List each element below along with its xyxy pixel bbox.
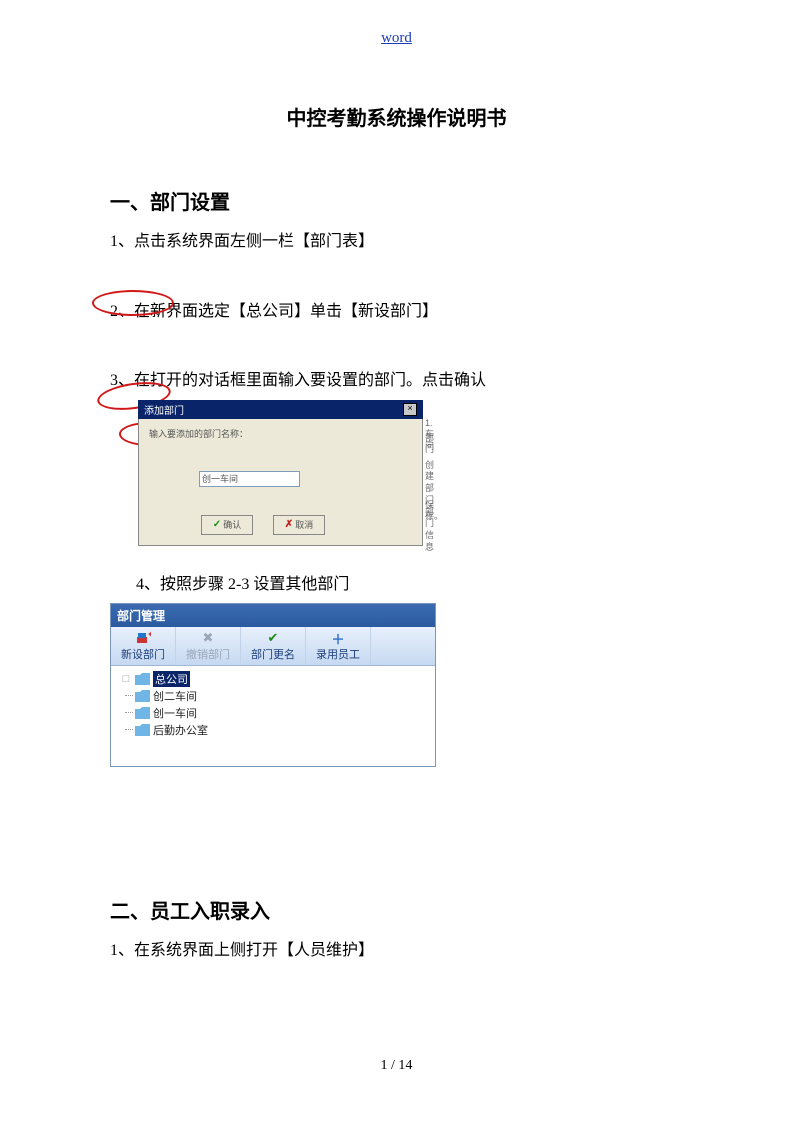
section1-heading: 一、部门设置 xyxy=(110,186,683,215)
tree-item-3-label: 后勤办公室 xyxy=(153,722,208,738)
tool-del-dept[interactable]: ✖ 撤销部门 xyxy=(176,627,241,665)
hire-icon: ＋ xyxy=(314,630,362,646)
tool-rename-dept-label: 部门更名 xyxy=(249,646,297,662)
tool-del-dept-label: 撤销部门 xyxy=(184,646,232,662)
dialog-prompt: 输入要添加的部门名称： xyxy=(149,427,412,440)
s1-step3: 3、在打开的对话框里面输入要设置的部门。点击确认 xyxy=(110,368,683,394)
tree-item-1-label: 创二车间 xyxy=(153,688,197,704)
page-footer: 1 / 14 xyxy=(0,1058,793,1074)
side-text-4: 保存。 xyxy=(425,500,443,523)
folder-icon xyxy=(135,690,150,702)
dept-window-title: 部门管理 xyxy=(111,604,435,627)
s1-step4: 4、按照步骤 2-3 设置其他部门 xyxy=(136,572,683,598)
tool-new-dept[interactable]: ✦ 新设部门 xyxy=(111,627,176,665)
tree-root[interactable]: □ 总公司 xyxy=(117,670,429,687)
dialog-title-text: 添加部门 xyxy=(144,402,184,417)
dept-tree[interactable]: □ 总公司 创二车间 创一车间 后勤办公室 xyxy=(111,666,435,766)
tree-item-3[interactable]: 后勤办公室 xyxy=(117,721,429,738)
check-icon: ✓ xyxy=(213,519,221,530)
del-dept-icon: ✖ xyxy=(184,630,232,646)
tool-hire-label: 录用员工 xyxy=(314,646,362,662)
doc-title: 中控考勤系统操作说明书 xyxy=(110,102,683,131)
header-link[interactable]: word xyxy=(110,30,683,47)
tree-root-label: 总公司 xyxy=(153,671,190,687)
annotation-ellipse-1 xyxy=(92,290,174,316)
dept-toolbar: ✦ 新设部门 ✖ 撤销部门 ✔ 部门更名 ＋ 录用员工 xyxy=(111,627,435,666)
dialog-titlebar: 添加部门 × xyxy=(138,400,423,419)
side-text-2: 部门 xyxy=(425,433,434,456)
tree-item-1[interactable]: 创二车间 xyxy=(117,687,429,704)
rename-dept-icon: ✔ xyxy=(249,630,297,646)
tool-hire[interactable]: ＋ 录用员工 xyxy=(306,627,371,665)
dialog-close-button[interactable]: × xyxy=(403,403,417,416)
x-icon: ✗ xyxy=(285,519,293,530)
section2-heading: 二、员工入职录入 xyxy=(110,895,683,924)
dialog-cancel-button[interactable]: ✗取消 xyxy=(273,515,325,535)
folder-icon xyxy=(135,724,150,736)
dialog-ok-button[interactable]: ✓确认 xyxy=(201,515,253,535)
s2-step1: 1、在系统界面上侧打开【人员维护】 xyxy=(110,938,683,964)
tree-item-2-label: 创一车间 xyxy=(153,705,197,721)
tool-rename-dept[interactable]: ✔ 部门更名 xyxy=(241,627,306,665)
folder-icon xyxy=(135,673,150,685)
tree-item-2[interactable]: 创一车间 xyxy=(117,704,429,721)
add-dept-dialog: 添加部门 × 输入要添加的部门名称： 创一车间 ✓确认 ✗取消 1.车间 部门 … xyxy=(138,400,423,546)
new-dept-icon: ✦ xyxy=(119,630,167,646)
dept-name-input[interactable]: 创一车间 xyxy=(199,471,300,487)
svg-text:✦: ✦ xyxy=(147,631,151,639)
tool-new-dept-label: 新设部门 xyxy=(119,646,167,662)
folder-icon xyxy=(135,707,150,719)
s1-step2: 2、在新界面选定【总公司】单击【新设部门】 xyxy=(110,299,683,325)
s1-step1: 1、点击系统界面左侧一栏【部门表】 xyxy=(110,229,683,255)
dept-manager-window: 部门管理 ✦ 新设部门 ✖ 撤销部门 ✔ 部门更名 ＋ 录用员工 xyxy=(110,603,436,767)
